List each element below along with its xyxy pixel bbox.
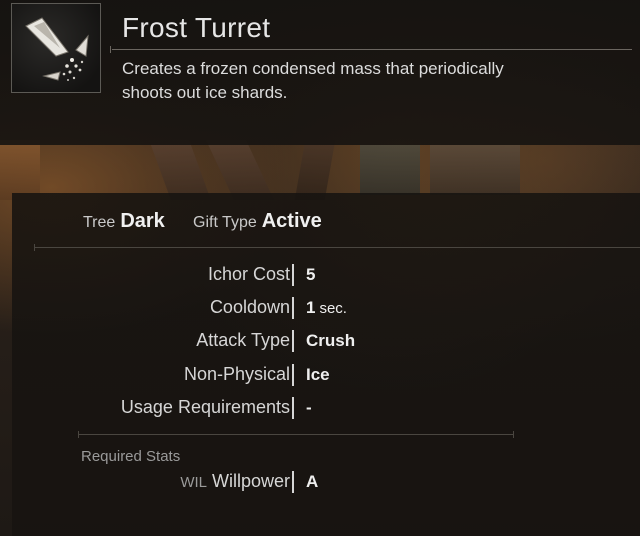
stat-label: Cooldown (209, 297, 290, 317)
ice-shards-icon (25, 17, 89, 81)
stat-label: Attack Type (196, 330, 290, 350)
gift-type-value: Active (261, 210, 322, 232)
background-shelf (430, 145, 520, 195)
skill-header: Frost Turret Creates a frozen condensed … (0, 0, 640, 145)
requirements-divider (78, 431, 514, 438)
required-stat-row-willpower: WIL Willpower A (12, 471, 640, 497)
stat-value: Crush (306, 331, 356, 350)
gift-type-field: Gift Type Active (193, 210, 322, 233)
stat-row-usage-requirements: Usage Requirements - (12, 397, 640, 423)
stat-row-cooldown: Cooldown 1 sec. (12, 297, 640, 323)
skill-icon-frame (11, 3, 101, 93)
stat-separator (292, 471, 294, 493)
tree-label: Tree (83, 214, 116, 231)
background-beam (149, 140, 211, 200)
stat-row-attack-type: Attack Type Crush (12, 330, 640, 356)
background-beam (294, 140, 336, 200)
skill-details-panel: Tree Dark Gift Type Active Ichor Cost 5 Co… (12, 193, 640, 536)
required-stats-heading: Required Stats (81, 448, 181, 465)
stat-value: 1 sec. (306, 298, 347, 317)
stat-value: A (306, 472, 319, 491)
skill-title: Frost Turret (122, 12, 271, 43)
stat-label: Usage Requirements (120, 397, 290, 417)
stat-label: WIL Willpower (180, 471, 290, 491)
stat-label: Ichor Cost (207, 264, 290, 284)
skill-description: Creates a frozen condensed mass that per… (122, 59, 504, 102)
stat-separator (292, 330, 294, 352)
background-lamp (0, 140, 40, 200)
stat-value: - (306, 398, 312, 417)
stat-separator (292, 264, 294, 286)
background-window (360, 145, 420, 195)
stat-separator (292, 397, 294, 419)
stat-row-ichor-cost: Ichor Cost 5 (12, 264, 640, 290)
stat-row-non-physical: Non-Physical Ice (12, 364, 640, 390)
section-divider (34, 244, 640, 251)
title-divider (110, 46, 632, 53)
stat-label: Non-Physical (183, 364, 290, 384)
stat-value: Ice (306, 365, 330, 384)
gift-type-label: Gift Type (193, 214, 257, 231)
stat-unit: sec. (319, 300, 347, 317)
background-beam (206, 140, 274, 200)
stat-separator (292, 297, 294, 319)
stat-separator (292, 364, 294, 386)
stat-abbreviation: WIL (180, 474, 207, 491)
tree-field: Tree Dark (83, 210, 165, 233)
tree-value: Dark (120, 210, 165, 232)
stat-value: 5 (306, 265, 316, 284)
